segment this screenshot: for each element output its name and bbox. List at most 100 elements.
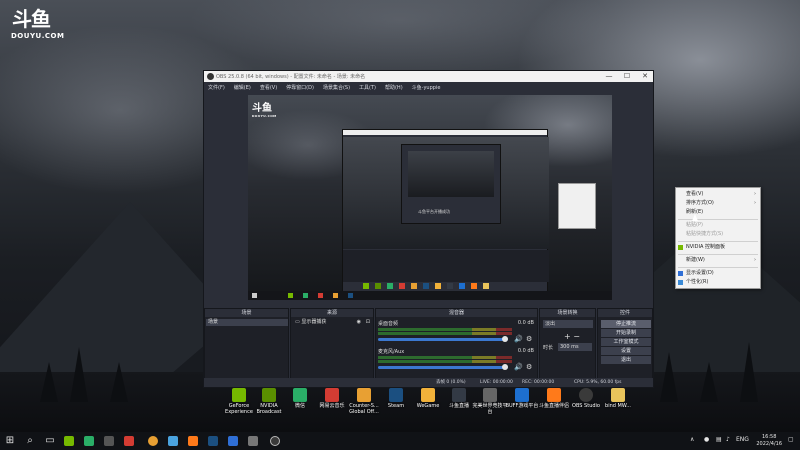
menu-douyu-account[interactable]: 斗鱼-yuppie bbox=[412, 84, 441, 91]
source-item[interactable]: ▭ 显示器捕获 ◉ ⊡ bbox=[292, 319, 373, 326]
minimize-icon[interactable]: — bbox=[603, 72, 615, 81]
tray-volume-icon[interactable]: ♪ bbox=[726, 436, 730, 443]
taskbar-app-icon[interactable] bbox=[248, 436, 258, 446]
scene-transitions-dock: 场景转换 淡出 + − 时长 300 ms bbox=[539, 308, 596, 387]
slider-knob[interactable] bbox=[502, 336, 508, 342]
taskbar-obs-icon[interactable] bbox=[270, 436, 280, 446]
nested-app-icon bbox=[387, 283, 393, 289]
ctx-sort-by[interactable]: 排序方式(O) › bbox=[676, 199, 760, 208]
dropped-frames: 丢帧 0 (0.0%) bbox=[436, 380, 466, 385]
menu-docks[interactable]: 停靠窗口(D) bbox=[286, 84, 314, 91]
nested-caption: 斗鱼平台开播成功 bbox=[418, 209, 450, 214]
stop-streaming-button[interactable]: 停止推流 bbox=[601, 320, 651, 328]
desktop-icon-buff[interactable]: BUFF游戏平台 bbox=[504, 388, 540, 428]
icon-label: bind MW... bbox=[605, 403, 631, 409]
netease-music-icon bbox=[325, 388, 339, 402]
taskbar-netease-icon[interactable] bbox=[124, 436, 134, 446]
nvidia-icon bbox=[678, 245, 683, 250]
volume-slider[interactable] bbox=[378, 364, 508, 370]
speaker-icon[interactable]: 🔊 bbox=[514, 335, 523, 343]
search-icon[interactable]: ⌕ bbox=[24, 435, 36, 447]
channel-db: 0.0 dB bbox=[517, 320, 534, 326]
tray-network-icon[interactable]: ▤ bbox=[716, 436, 722, 443]
desktop-icon-csgo[interactable]: Counter-S... Global Off... bbox=[346, 388, 382, 428]
obs-titlebar[interactable]: OBS 25.0.8 (64 bit, windows) - 配置文件: 未命名… bbox=[204, 71, 653, 82]
menu-help[interactable]: 帮助(H) bbox=[385, 84, 403, 91]
windows-start-icon[interactable]: ⊞ bbox=[4, 435, 16, 447]
menu-scene-collection[interactable]: 场景集合(S) bbox=[323, 84, 350, 91]
menu-edit[interactable]: 编辑(E) bbox=[234, 84, 251, 91]
gear-icon[interactable]: ⚙ bbox=[526, 363, 532, 371]
transitions-body: 淡出 + − 时长 300 ms bbox=[540, 318, 595, 377]
lock-icon[interactable]: ⊡ bbox=[366, 319, 370, 326]
desktop-icon-folder[interactable]: bind MW... bbox=[600, 388, 636, 428]
desktop-icon-netease-music[interactable]: 网易云音乐 bbox=[314, 388, 350, 428]
buff-icon bbox=[515, 388, 529, 402]
tray-lang[interactable]: ENG bbox=[736, 436, 749, 443]
wechat-icon bbox=[293, 388, 307, 402]
display-icon bbox=[678, 271, 683, 276]
ctx-refresh[interactable]: 刷新(E) bbox=[676, 208, 760, 217]
maximize-icon[interactable]: ☐ bbox=[621, 72, 633, 81]
menu-file[interactable]: 文件(F) bbox=[208, 84, 225, 91]
taskbar-steam-icon[interactable] bbox=[208, 436, 218, 446]
gear-icon[interactable]: ⚙ bbox=[526, 335, 532, 343]
taskbar-geforce-icon[interactable] bbox=[64, 436, 74, 446]
start-recording-button[interactable]: 开始录制 bbox=[601, 329, 651, 337]
taskbar-app-icon[interactable] bbox=[228, 436, 238, 446]
speaker-icon[interactable]: 🔊 bbox=[514, 363, 523, 371]
ctx-nvidia-control-panel[interactable]: NVIDIA 控制面板 bbox=[676, 243, 760, 252]
nested-app-icon bbox=[483, 283, 489, 289]
desktop-icon-perfect-world[interactable]: 完美世界竞技平台 bbox=[472, 388, 508, 428]
csgo-icon bbox=[357, 388, 371, 402]
taskbar-douyu-icon[interactable] bbox=[188, 436, 198, 446]
add-remove-transition-icon[interactable]: + − bbox=[564, 332, 580, 341]
nvidia-icon bbox=[262, 388, 276, 402]
tray-chevron-up-icon[interactable]: ∧ bbox=[690, 436, 694, 443]
taskbar-chrome-icon[interactable] bbox=[148, 436, 158, 446]
ctx-label: 粘贴(P) bbox=[686, 222, 703, 228]
taskbar-wechat-icon[interactable] bbox=[84, 436, 94, 446]
folder-icon bbox=[611, 388, 625, 402]
nested-app-icon bbox=[411, 283, 417, 289]
clock-date: 2022/4/16 bbox=[756, 441, 782, 447]
personalize-icon bbox=[678, 280, 683, 285]
taskbar-app-icon[interactable] bbox=[104, 436, 114, 446]
tree-shape bbox=[660, 352, 678, 402]
desktop-icon-douyu-companion[interactable]: 斗鱼直播伴侣 bbox=[536, 388, 572, 428]
task-view-icon[interactable]: ▭ bbox=[44, 435, 56, 447]
scene-item[interactable]: 场景 bbox=[206, 319, 288, 326]
chevron-right-icon: › bbox=[754, 257, 756, 263]
obs-window[interactable]: OBS 25.0.8 (64 bit, windows) - 配置文件: 未命名… bbox=[203, 70, 654, 388]
ctx-personalize[interactable]: 个性化(R) bbox=[676, 278, 760, 287]
menu-tools[interactable]: 工具(T) bbox=[359, 84, 376, 91]
ctx-view[interactable]: 查看(V) › bbox=[676, 190, 760, 199]
desktop-icon-wechat[interactable]: 微信 bbox=[282, 388, 318, 428]
duration-input[interactable]: 300 ms bbox=[558, 343, 592, 351]
volume-slider[interactable] bbox=[378, 336, 508, 342]
taskbar-app-icon[interactable] bbox=[168, 436, 178, 446]
channel-db: 0.0 dB bbox=[517, 348, 534, 354]
taskbar-clock[interactable]: 16:58 2022/4/16 bbox=[756, 434, 782, 448]
visibility-eye-icon[interactable]: ◉ bbox=[357, 319, 361, 326]
desktop-icon-steam[interactable]: Steam bbox=[378, 388, 414, 428]
ctx-new[interactable]: 新建(W) › bbox=[676, 256, 760, 265]
settings-button[interactable]: 设置 bbox=[601, 347, 651, 355]
ctx-paste-shortcut[interactable]: 粘贴快捷方式(S) bbox=[676, 230, 760, 239]
icon-label: 完美世界竞技平台 bbox=[472, 403, 508, 415]
studio-mode-button[interactable]: 工作室模式 bbox=[601, 338, 651, 346]
menu-view[interactable]: 查看(V) bbox=[260, 84, 277, 91]
transition-select[interactable]: 淡出 bbox=[543, 320, 593, 328]
preview-logo-mark: 斗鱼 bbox=[252, 103, 272, 114]
slider-knob[interactable] bbox=[502, 364, 508, 370]
notification-icon[interactable]: ▢ bbox=[788, 436, 794, 443]
volume-meter bbox=[378, 328, 512, 331]
exit-button[interactable]: 退出 bbox=[601, 356, 651, 364]
desktop-icon-obs[interactable]: OBS Studio bbox=[568, 388, 604, 428]
ctx-display-settings[interactable]: 显示设置(D) bbox=[676, 269, 760, 278]
ctx-paste[interactable]: 粘贴(P) bbox=[676, 221, 760, 230]
tray-mic-icon[interactable]: ● bbox=[704, 436, 709, 443]
ctx-divider bbox=[678, 267, 758, 268]
obs-preview[interactable]: 斗鱼 DOUYU.COM 斗鱼平台开播成功 bbox=[248, 95, 612, 300]
close-icon[interactable]: ✕ bbox=[639, 72, 651, 81]
